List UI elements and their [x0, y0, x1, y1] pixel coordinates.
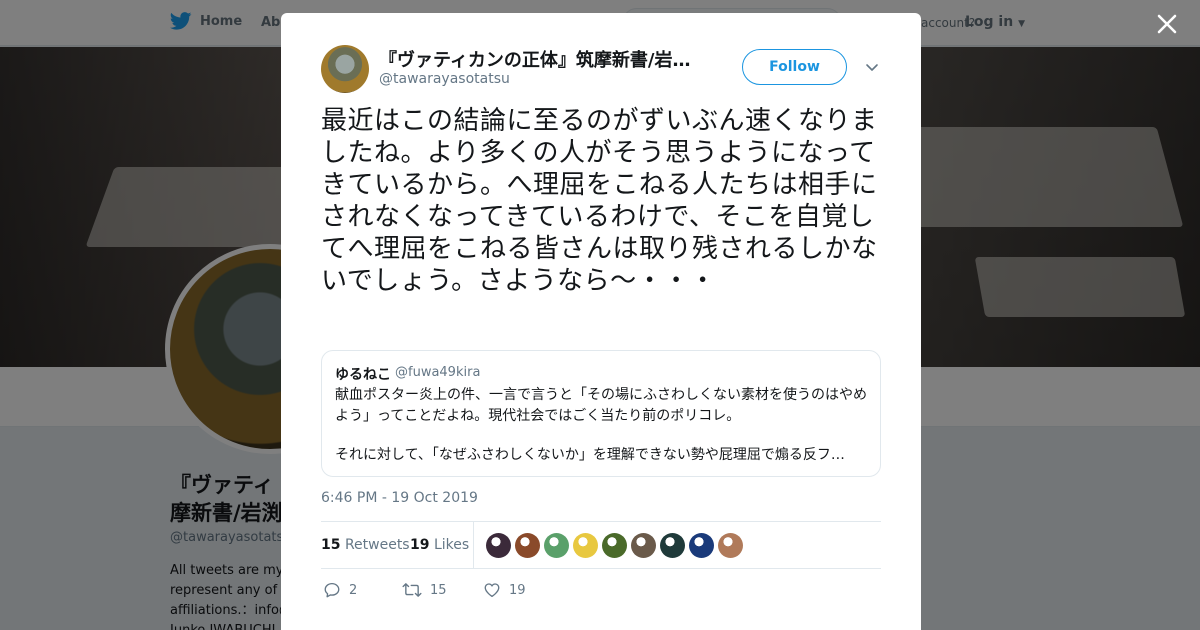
liker-avatar[interactable]	[689, 533, 714, 558]
liker-avatar[interactable]	[573, 533, 598, 558]
tweet-text: 最近はこの結論に至るのがずいぶん速くなりましたね。より多くの人がそう思うようにな…	[321, 106, 878, 296]
author-name[interactable]: 『ヴァティカンの正体』筑摩新書/岩…	[379, 46, 699, 72]
like-button[interactable]: 19	[483, 581, 526, 599]
follow-button[interactable]: Follow	[742, 49, 847, 85]
stats-divider	[473, 522, 474, 568]
reply-button[interactable]: 2	[323, 581, 357, 599]
retweets-label: Retweets	[344, 537, 410, 553]
author-handle[interactable]: @tawarayasotatsu	[379, 71, 510, 87]
quote-text: 献血ポスター炎上の件、一言で言うと「その場にふさわしくない素材を使うのはやめよう…	[335, 387, 867, 424]
retweet-count: 15	[430, 582, 447, 598]
retweet-button[interactable]: 15	[402, 581, 447, 599]
likes-count: 19	[410, 537, 430, 553]
tweet-modal: 『ヴァティカンの正体』筑摩新書/岩… @tawarayasotatsu Foll…	[281, 13, 921, 630]
chevron-down-icon[interactable]	[864, 59, 880, 75]
likes-label: Likes	[433, 537, 470, 553]
liker-avatar[interactable]	[486, 533, 511, 558]
retweet-icon	[402, 583, 422, 597]
liker-avatar[interactable]	[631, 533, 656, 558]
quote-text-continued: それに対して、「なぜふさわしくないか」を理解できない勢や屁理屈で煽る反フ…	[335, 447, 845, 463]
liker-avatar[interactable]	[718, 533, 743, 558]
tweet-timestamp[interactable]: 6:46 PM - 19 Oct 2019	[321, 490, 478, 506]
retweets-count: 15	[321, 537, 341, 553]
close-icon[interactable]	[1154, 11, 1180, 37]
heart-icon	[484, 583, 500, 598]
author-avatar[interactable]	[321, 45, 369, 93]
like-count: 19	[509, 582, 526, 598]
quoted-tweet[interactable]: ゆるねこ @fuwa49kira 献血ポスター炎上の件、一言で言うと「その場にふ…	[321, 350, 881, 477]
reply-count: 2	[349, 582, 358, 598]
liker-avatar[interactable]	[660, 533, 685, 558]
quote-author-handle: @fuwa49kira	[395, 365, 481, 380]
tweet-stats: 15 Retweets 19 Likes	[321, 521, 881, 569]
likes-stat[interactable]: 19 Likes	[410, 537, 469, 553]
liker-avatar[interactable]	[544, 533, 569, 558]
quote-author-name: ゆるねこ	[335, 367, 391, 383]
liker-avatar[interactable]	[602, 533, 627, 558]
reply-icon	[324, 582, 340, 598]
liker-avatar[interactable]	[515, 533, 540, 558]
retweets-stat[interactable]: 15 Retweets	[321, 537, 410, 553]
